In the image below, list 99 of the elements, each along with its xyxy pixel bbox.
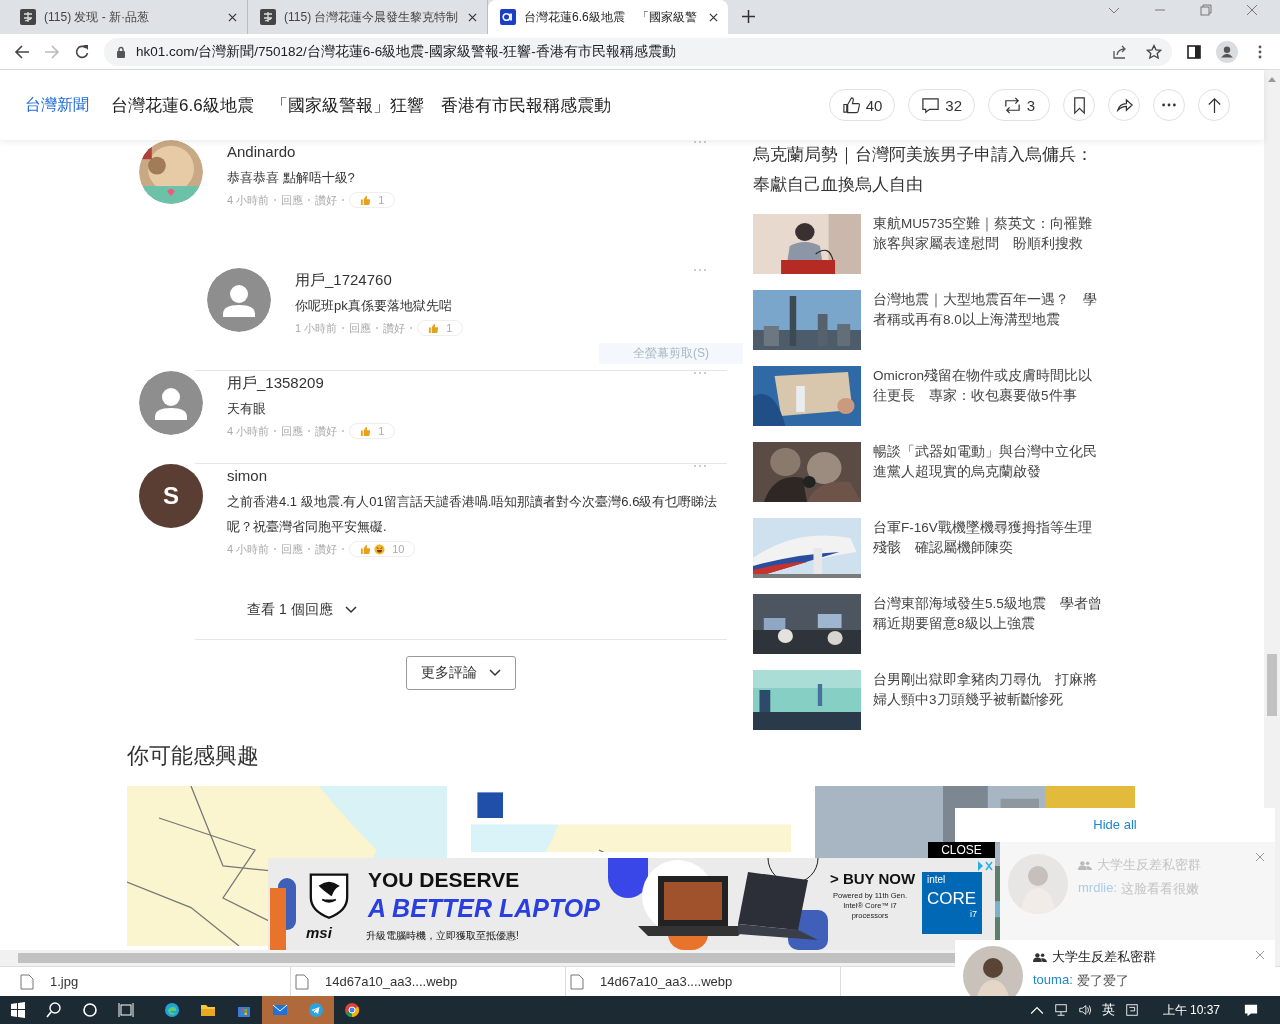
new-tab-icon[interactable] — [742, 10, 755, 23]
site-icon — [260, 9, 276, 25]
lock-icon — [116, 45, 126, 58]
article-link[interactable]: 台灣東部海域發生5.5級地震 學者曾稱近期要留意8級以上強震 — [873, 594, 1103, 654]
chevron-down-icon — [344, 606, 357, 614]
star-icon[interactable] — [1146, 43, 1162, 60]
download-file-name[interactable]: 14d67a10_aa3....webp — [325, 974, 458, 989]
thumbs-up-icon — [428, 322, 440, 334]
tooltip: 全螢幕剪取(S) — [599, 343, 743, 364]
laughing-face-icon — [374, 543, 386, 555]
url-text: hk01.com/台灣新聞/750182/台灣花蓮6-6級地震-國家級警報-狂響-香港有市民報稱感震動 — [136, 42, 677, 61]
circle-icon[interactable] — [82, 1002, 98, 1018]
ad-headline: A BETTER LAPTOP — [368, 894, 600, 923]
article-link[interactable]: 台男剛出獄即拿豬肉刀尋仇 打麻將婦人頸中3刀頭幾乎被斬斷慘死 — [873, 670, 1103, 730]
group-icon — [1078, 859, 1092, 871]
avatar-icon — [207, 268, 271, 332]
more-icon — [1162, 103, 1176, 107]
download-file-name[interactable]: 14d67a10_aa3....webp — [600, 974, 733, 989]
article-link[interactable]: 暢談「武器如電動」與台灣中立化民進黨人超現實的烏克蘭啟發 — [873, 442, 1103, 502]
volume-icon[interactable] — [1077, 1003, 1092, 1017]
search-icon[interactable] — [46, 1002, 62, 1018]
comment-time: 1 小時前 — [295, 320, 338, 336]
close-icon[interactable] — [709, 12, 718, 22]
side-panel-icon[interactable] — [1186, 43, 1202, 60]
share-icon[interactable] — [1112, 43, 1128, 60]
view-replies-button[interactable]: 查看 1 個回應 — [247, 597, 357, 623]
comment-time: 4 小時前 — [227, 192, 270, 208]
profile-icon[interactable] — [1216, 40, 1238, 63]
start-icon[interactable] — [10, 1002, 26, 1018]
comment-time: 4 小時前 — [227, 541, 270, 557]
download-file-name[interactable]: 1.jpg — [50, 974, 79, 989]
notification-card[interactable]: 大学生反差私密群 touma: 爱了爱了 — [955, 940, 1275, 996]
section-link[interactable]: 台灣新聞 — [25, 94, 89, 116]
file-icon[interactable] — [295, 973, 309, 990]
comment-author[interactable]: simon — [227, 467, 267, 485]
processor-tier-text: i7 — [970, 909, 977, 919]
processor-name-text: CORE — [927, 889, 977, 909]
browser-tab[interactable]: (115) 台灣花蓮今晨發生黎克特制 — [248, 0, 488, 34]
article-link[interactable]: 台軍F-16V戰機墜機尋獲拇指等生理殘骸 確認屬機師陳奕 — [873, 518, 1103, 578]
article-title: 台灣花蓮6.6級地震 「國家級警報」狂響 香港有市民報稱感震動 — [111, 94, 611, 117]
comment-text: 你呢班pk真係要落地獄先啱 — [295, 297, 452, 315]
ad-headline: YOU DESERVE — [368, 868, 520, 892]
browser-tab[interactable]: (115) 发现 - 新·品葱 — [8, 0, 248, 34]
bookmark-button[interactable] — [1063, 89, 1095, 121]
message-text: 爱了爱了 — [1076, 972, 1129, 990]
share-button[interactable] — [1108, 89, 1140, 121]
clock[interactable]: 上午 10:37 — [1162, 1001, 1220, 1019]
address-field[interactable]: hk01.com/台灣新聞/750182/台灣花蓮6-6級地震-國家級警報-狂響-香港有市民報稱感震動 — [104, 37, 1172, 66]
more-comments-button[interactable]: 更多評論 — [406, 656, 516, 690]
buy-now-link[interactable]: > BUY NOW — [830, 870, 916, 887]
top-button[interactable] — [1198, 89, 1230, 121]
speech-bubble-icon — [921, 95, 941, 115]
sender-name: mrdlie: — [1078, 880, 1117, 897]
keyboard-icon[interactable] — [1124, 1003, 1139, 1017]
file-icon[interactable] — [570, 973, 584, 990]
comment-author[interactable]: 用戶_1724760 — [295, 271, 392, 289]
comment-text: 之前香港4.1 級地震.有人01留言話天譴香港喎.唔知那讀者對今次臺灣6.6級有乜嘢睇法呢？祝臺灣省同胞平安無礙. — [227, 493, 719, 536]
input-method-indicator[interactable]: 英 — [1101, 1001, 1115, 1019]
close-icon[interactable] — [228, 12, 237, 22]
group-name: 大学生反差私密群 — [1052, 948, 1156, 966]
close-icon[interactable] — [468, 12, 477, 22]
hide-all-link[interactable]: Hide all — [955, 808, 1275, 842]
thumbs-up-icon — [360, 425, 372, 437]
sender-name: touma: — [1033, 972, 1073, 989]
notification-icon[interactable] — [1244, 1003, 1258, 1017]
comment-text: 天有眼 — [227, 400, 266, 418]
thumbs-up-icon — [841, 95, 861, 115]
ad-tagline: 升級電腦時機，立即獲取至抵優惠! — [366, 929, 519, 943]
comment-time: 4 小時前 — [227, 423, 270, 439]
section-heading: 你可能感興趣 — [127, 742, 260, 770]
chevron-down-icon — [489, 669, 501, 677]
like-button[interactable]: 40 — [828, 89, 896, 121]
network-icon[interactable] — [1053, 1003, 1068, 1017]
avatar-icon — [139, 371, 203, 435]
comment-button[interactable]: 32 — [908, 89, 975, 121]
comment-text: 恭喜恭喜 點解唔十級? — [227, 169, 355, 187]
thumbs-up-icon — [360, 194, 372, 206]
back-icon[interactable] — [14, 43, 30, 60]
group-icon — [1033, 951, 1047, 963]
repost-icon — [1002, 95, 1022, 115]
comment-author[interactable]: 用戶_1358209 — [227, 374, 324, 392]
repost-button[interactable]: 3 — [988, 89, 1050, 121]
brand-logo: msi — [306, 924, 332, 941]
browser-tab[interactable]: 台灣花蓮6.6級地震 「國家級警 — [488, 0, 728, 34]
close-ad-button[interactable]: CLOSE — [928, 842, 995, 858]
avatar: S — [139, 464, 203, 528]
article-link[interactable]: 東航MU5735空難｜蔡英文：向罹難旅客與家屬表達慰問 盼順利搜救 — [873, 214, 1103, 274]
file-icon[interactable] — [20, 973, 34, 990]
scroll-thumb[interactable] — [1267, 654, 1277, 716]
article-link[interactable]: Omicron殘留在物件或皮膚時間比以往更長 專家：收包裹要做5件事 — [873, 366, 1103, 426]
headline-link[interactable]: 烏克蘭局勢｜台灣阿美族男子申請入烏傭兵：奉獻自己血換烏人自由 — [753, 140, 1093, 200]
reload-icon[interactable] — [74, 43, 90, 60]
site-icon — [20, 9, 36, 25]
thumbs-up-icon — [360, 543, 372, 555]
task-view-icon[interactable] — [118, 1002, 134, 1018]
processor-brand-text: intel — [927, 874, 947, 885]
site-icon — [500, 9, 516, 25]
comment-author[interactable]: Andinardo — [227, 143, 296, 161]
article-link[interactable]: 台灣地震｜大型地震百年一遇？ 學者稱或再有8.0以上海溝型地震 — [873, 290, 1103, 350]
